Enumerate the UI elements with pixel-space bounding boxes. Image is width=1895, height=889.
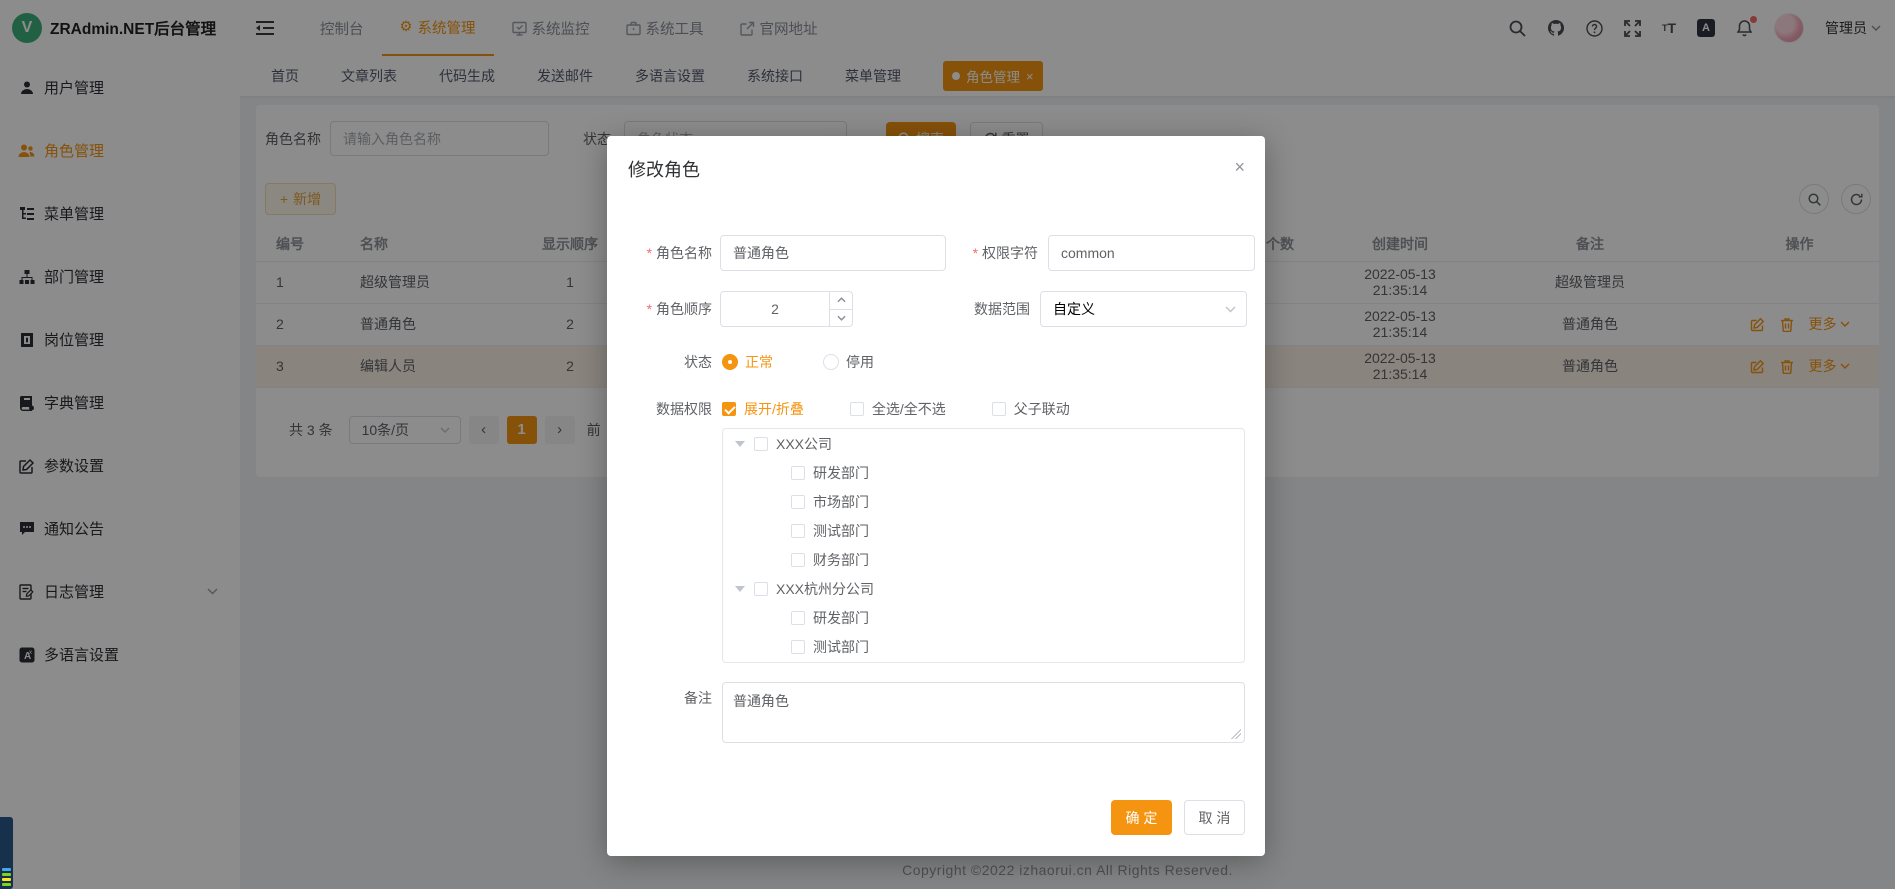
data-scope-label: 数据范围	[946, 299, 1030, 319]
expand-collapse-label: 展开/折叠	[744, 399, 804, 419]
tree-checkbox[interactable]	[791, 524, 805, 538]
tree-node-label: 市场部门	[813, 492, 869, 512]
role-sort-stepper	[720, 291, 853, 327]
role-sort-input[interactable]	[721, 292, 829, 326]
dialog-footer: 确 定 取 消	[1111, 800, 1245, 835]
parent-child-link-label: 父子联动	[1014, 399, 1070, 419]
row-remark: 备注	[607, 688, 712, 708]
tree-checkbox[interactable]	[791, 553, 805, 567]
checkbox-expand-collapse[interactable]	[722, 402, 736, 416]
caret-down-icon[interactable]	[735, 441, 745, 447]
devtools-widget[interactable]	[0, 817, 13, 889]
data-scope-value: 自定义	[1053, 299, 1095, 319]
role-name-label: 角色名称	[647, 245, 712, 261]
cancel-button[interactable]: 取 消	[1184, 800, 1245, 835]
resize-grip-icon[interactable]	[1231, 729, 1241, 739]
role-sort-label: 角色顺序	[647, 301, 712, 317]
row-role-name: 角色名称 权限字符	[607, 235, 1255, 271]
tree-checkbox[interactable]	[754, 582, 768, 596]
remark-textarea[interactable]: 普通角色	[722, 682, 1245, 743]
row-status: 状态 正常 停用	[607, 348, 874, 376]
tree-checkbox[interactable]	[791, 466, 805, 480]
tree-checkbox[interactable]	[791, 640, 805, 654]
caret-down-icon[interactable]	[735, 586, 745, 592]
department-tree: XXX公司 研发部门 市场部门 测试部门 财务部门 XXX杭州分公司 研发部门	[722, 428, 1245, 663]
dialog-title: 修改角色	[628, 156, 700, 182]
data-scope-select[interactable]: 自定义	[1040, 291, 1247, 327]
tree-checkbox[interactable]	[754, 437, 768, 451]
confirm-button[interactable]: 确 定	[1111, 800, 1172, 835]
tree-node-label: 测试部门	[813, 637, 869, 657]
tree-node-label: XXX杭州分公司	[776, 579, 874, 599]
chevron-down-icon	[1225, 306, 1236, 313]
row-data-permission: 数据权限 展开/折叠 全选/全不选 父子联动	[607, 395, 1070, 423]
radio-disabled-label: 停用	[846, 352, 874, 372]
status-label: 状态	[607, 352, 712, 372]
tree-node[interactable]: XXX公司	[723, 429, 1244, 458]
tree-node[interactable]: 测试部门	[723, 632, 1244, 661]
tree-node[interactable]: 研发部门	[723, 603, 1244, 632]
tree-node[interactable]: 财务部门	[723, 545, 1244, 574]
tree-checkbox[interactable]	[791, 611, 805, 625]
tree-node-label: 研发部门	[813, 608, 869, 628]
tree-node[interactable]: XXX杭州分公司	[723, 574, 1244, 603]
select-all-label: 全选/全不选	[872, 399, 946, 419]
tree-node-label: XXX公司	[776, 434, 832, 454]
close-icon[interactable]: ×	[1234, 158, 1245, 176]
role-key-label: 权限字符	[973, 245, 1038, 261]
tree-node[interactable]: 测试部门	[723, 516, 1244, 545]
tree-node-label: 财务部门	[813, 550, 869, 570]
radio-normal[interactable]	[722, 354, 738, 370]
checkbox-parent-child-link[interactable]	[992, 402, 1006, 416]
role-key-input[interactable]	[1048, 235, 1255, 271]
tree-node[interactable]: 市场部门	[723, 487, 1244, 516]
stepper-up-button[interactable]	[830, 292, 852, 310]
edit-role-dialog: 修改角色 × 角色名称 权限字符 角色顺序 数据范围 自定义 状态 正常 停用 …	[607, 136, 1265, 856]
role-name-input[interactable]	[720, 235, 946, 271]
tree-checkbox[interactable]	[791, 495, 805, 509]
radio-disabled[interactable]	[823, 354, 839, 370]
stepper-down-button[interactable]	[830, 310, 852, 327]
data-permission-label: 数据权限	[607, 399, 712, 419]
row-role-sort: 角色顺序 数据范围 自定义	[607, 291, 1247, 327]
tree-node-label: 测试部门	[813, 521, 869, 541]
remark-label: 备注	[607, 688, 712, 708]
tree-node[interactable]: 研发部门	[723, 458, 1244, 487]
checkbox-select-all[interactable]	[850, 402, 864, 416]
radio-normal-label: 正常	[745, 352, 773, 372]
tree-node-label: 研发部门	[813, 463, 869, 483]
